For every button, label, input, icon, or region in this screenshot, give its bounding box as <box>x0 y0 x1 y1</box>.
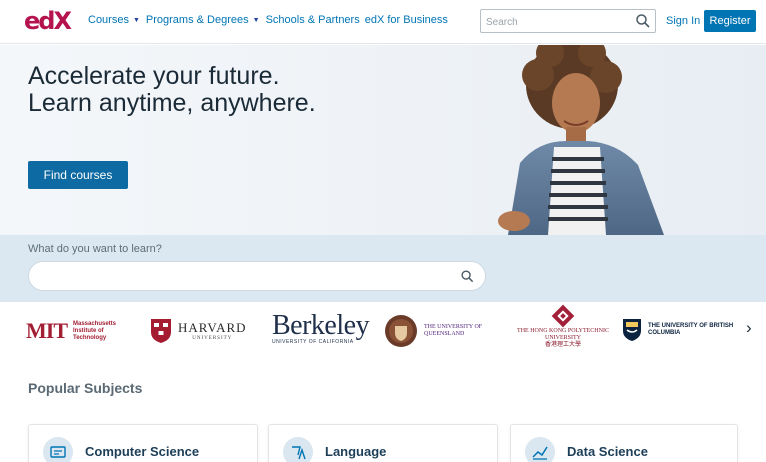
hero-title: Accelerate your future. Learn anytime, a… <box>28 62 316 117</box>
queensland-name: THE UNIVERSITY OF QUEENSLAND <box>424 324 483 337</box>
subject-label: Data Science <box>567 444 648 459</box>
student-photo <box>498 45 664 235</box>
find-courses-button[interactable]: Find courses <box>28 161 128 189</box>
subject-label: Computer Science <box>85 444 200 459</box>
harvard-sub: UNIVERSITY <box>192 335 233 341</box>
subject-card-language[interactable]: Language <box>268 424 498 462</box>
site-header: edX Courses ▼ Programs & Degrees ▼ Schoo… <box>0 0 766 44</box>
partner-logos: MIT Massachusetts Institute of Technolog… <box>0 304 766 360</box>
subject-card-computer-science[interactable]: Computer Science <box>28 424 258 462</box>
code-icon <box>43 437 73 462</box>
chevron-down-icon: ▼ <box>252 16 260 24</box>
berkeley-logo[interactable]: Berkeley UNIVERSITY OF CALIFORNIA <box>272 310 370 346</box>
sign-in-link[interactable]: Sign In <box>666 15 700 27</box>
berkeley-sub: UNIVERSITY OF CALIFORNIA <box>272 339 354 345</box>
search-icon[interactable] <box>460 269 475 284</box>
register-button[interactable]: Register <box>704 10 756 32</box>
header-search-input[interactable] <box>486 15 636 29</box>
chart-icon <box>525 437 555 462</box>
nav-programs-label: Programs & Degrees <box>145 14 249 26</box>
nav-courses-label: Courses <box>88 14 129 26</box>
course-search-box <box>28 261 486 291</box>
hkpoly-name: THE HONG KONG POLYTECHNIC UNIVERSITY <box>517 328 609 341</box>
mit-logo[interactable]: MIT Massachusetts Institute of Technolog… <box>26 318 127 344</box>
berkeley-name: Berkeley <box>272 310 370 341</box>
mit-mark: MIT <box>26 318 68 343</box>
nav-programs-degrees[interactable]: Programs & Degrees ▼ <box>146 14 260 26</box>
nav-schools-partners[interactable]: Schools & Partners <box>266 14 360 26</box>
course-search-input[interactable] <box>43 269 463 285</box>
queensland-seal-icon <box>385 315 417 347</box>
mit-name: Massachusetts Institute of Technology <box>73 320 117 341</box>
subject-card-data-science[interactable]: Data Science <box>510 424 738 462</box>
ubc-shield-icon <box>623 319 641 341</box>
chevron-down-icon: ▼ <box>132 16 140 24</box>
translate-icon <box>283 437 313 462</box>
hkpoly-chinese-name: 香港理工大學 <box>544 342 581 348</box>
nav-schools-label: Schools & Partners <box>265 14 360 26</box>
nav-courses[interactable]: Courses ▼ <box>88 14 140 26</box>
header-search <box>480 9 656 33</box>
nav-edx-business[interactable]: edX for Business <box>365 14 448 26</box>
ubc-name: THE UNIVERSITY OF BRITISH COLUMBIA <box>648 323 734 336</box>
harvard-shield-icon <box>151 319 171 343</box>
harvard-logo[interactable]: HARVARD UNIVERSITY <box>150 318 247 344</box>
course-search-band: What do you want to learn? <box>0 235 766 302</box>
main-nav: Courses ▼ Programs & Degrees ▼ Schools &… <box>88 14 454 26</box>
search-icon[interactable] <box>635 13 651 29</box>
queensland-logo[interactable]: THE UNIVERSITY OF QUEENSLAND <box>384 314 498 348</box>
edx-logo[interactable]: edX <box>24 7 72 35</box>
hkpoly-mark-icon <box>551 304 575 328</box>
hkpoly-logo[interactable]: THE HONG KONG POLYTECHNIC UNIVERSITY 香港理… <box>504 304 622 349</box>
harvard-name: HARVARD <box>178 319 247 335</box>
hero-banner: Accelerate your future. Learn anytime, a… <box>0 45 766 235</box>
nav-business-label: edX for Business <box>364 14 448 26</box>
course-search-label: What do you want to learn? <box>28 243 162 255</box>
chevron-right-icon[interactable]: › <box>746 318 752 338</box>
logo-text: edX <box>24 7 72 35</box>
ubc-logo[interactable]: THE UNIVERSITY OF BRITISH COLUMBIA <box>622 318 742 342</box>
subject-label: Language <box>325 444 387 459</box>
popular-subjects-title: Popular Subjects <box>28 380 143 396</box>
